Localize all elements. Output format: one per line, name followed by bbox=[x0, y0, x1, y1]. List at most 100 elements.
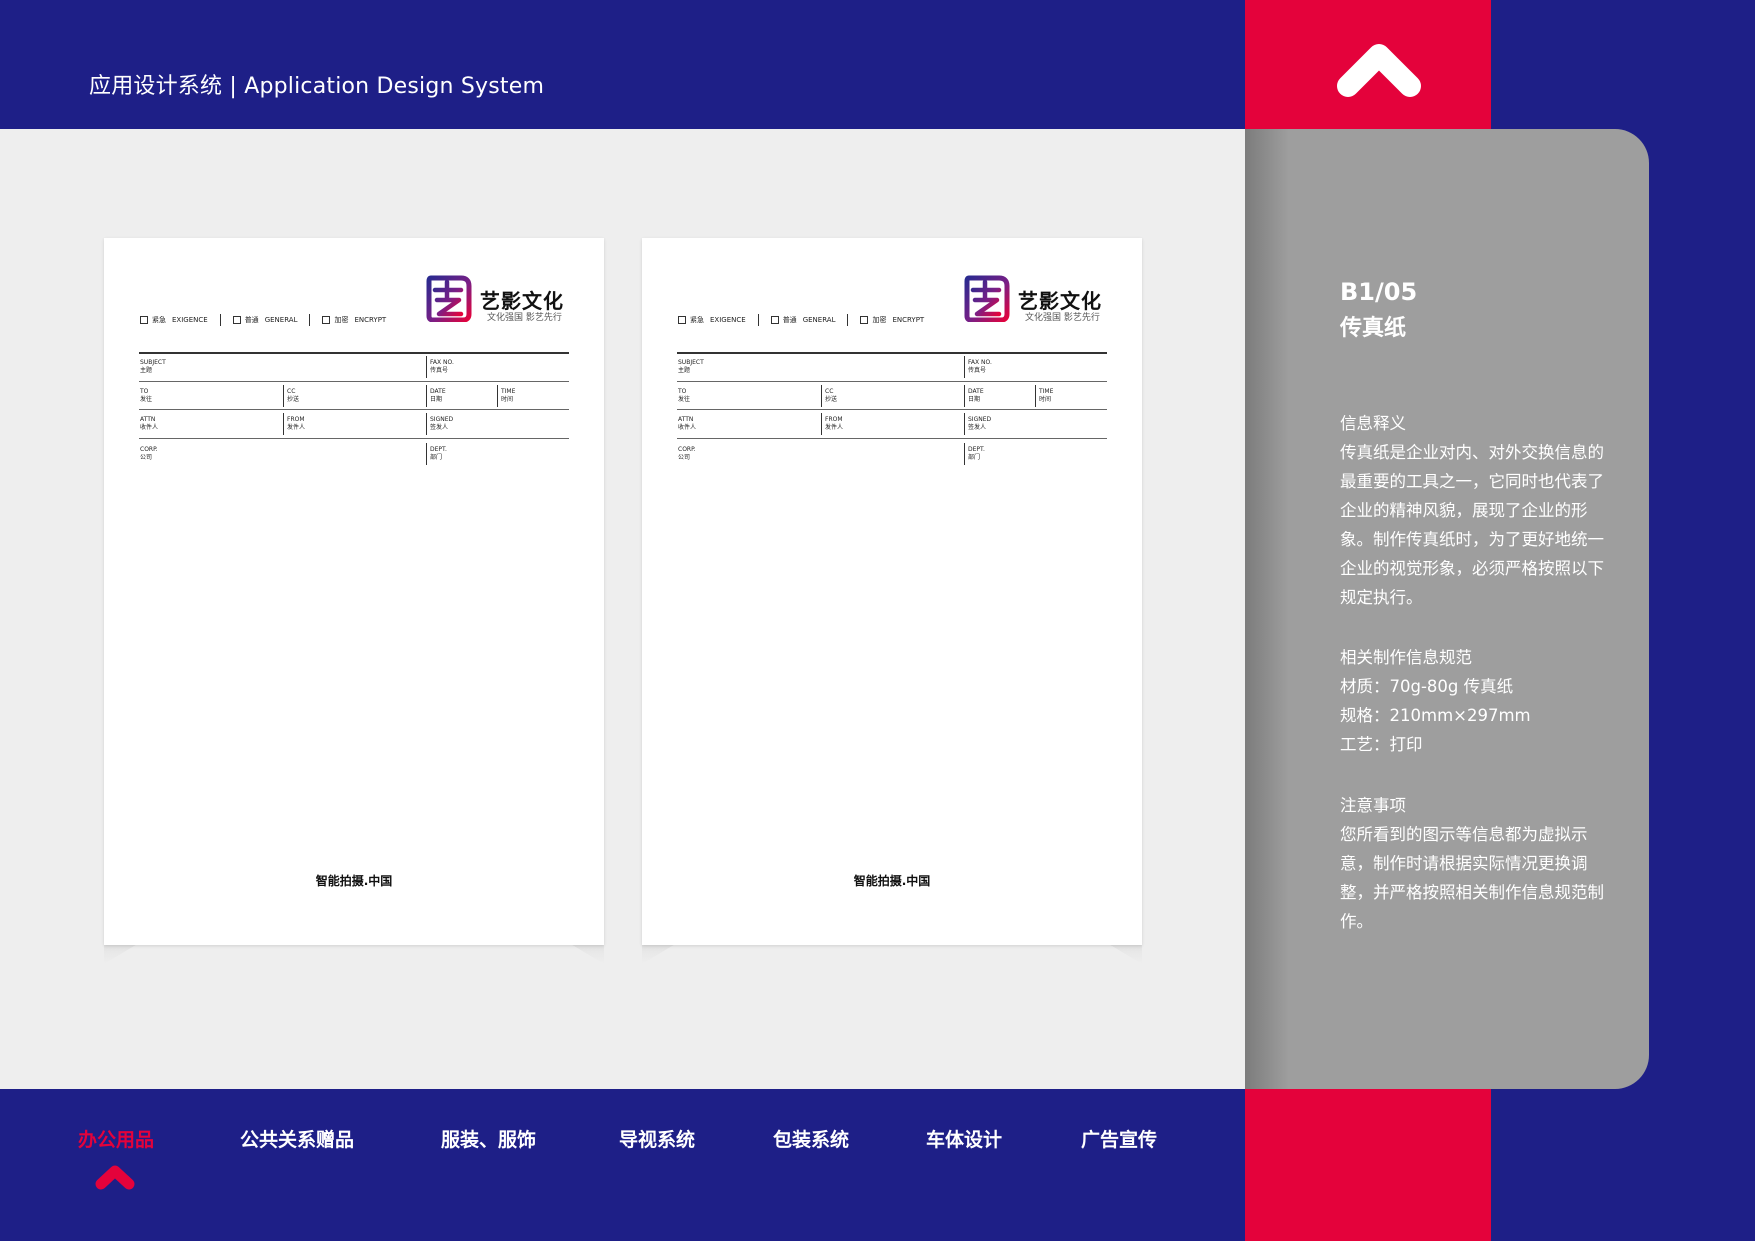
category-nav: 办公用品 公共关系赠品 服装、服饰 导视系统 包装系统 车体设计 广告宣传 bbox=[0, 1125, 1245, 1155]
brand-logo: 艺影文化 文化强国 影艺先行 bbox=[425, 274, 571, 326]
page-title: 应用设计系统 | Application Design System bbox=[89, 74, 545, 99]
field-subject: SUBJECT 主题 bbox=[140, 359, 166, 374]
table-rule bbox=[677, 352, 1107, 354]
table-divider bbox=[497, 385, 498, 407]
header-band bbox=[0, 0, 1245, 129]
table-rule bbox=[139, 352, 569, 354]
brand-logo: 艺影文化 文化强国 影艺先行 bbox=[963, 274, 1109, 326]
nav-item-packaging[interactable]: 包装系统 bbox=[773, 1125, 849, 1152]
checkbox-label-cn: 加密 bbox=[334, 316, 349, 324]
panel-shade bbox=[1245, 129, 1289, 1089]
field-subject: SUBJECT 主题 bbox=[678, 359, 704, 374]
table-divider bbox=[283, 385, 284, 407]
section-body: 您所看到的图示等信息都为虚拟示意，制作时请根据实际情况更换调整，并严格按照相关制… bbox=[1340, 825, 1604, 931]
info-section-specs: 相关制作信息规范 材质：70g-80g 传真纸 规格：210mm×297mm 工… bbox=[1340, 643, 1616, 759]
fax-page: 紧急 EXIGENCE 普通 GENERAL 加密 ENCRYPT 艺影文化 文化强国 bbox=[642, 238, 1142, 945]
checkbox-general[interactable]: 普通 GENERAL bbox=[770, 315, 836, 325]
section-title: 相关制作信息规范 bbox=[1340, 648, 1472, 667]
fax-page: 紧急 EXIGENCE 普通 GENERAL 加密 ENCRYPT 艺影文化 文化强国 bbox=[104, 238, 604, 945]
info-section-notes: 注意事项 您所看到的图示等信息都为虚拟示意，制作时请根据实际情况更换调整，并严格… bbox=[1340, 791, 1616, 936]
fax-sheet-left: 紧急 EXIGENCE 普通 GENERAL 加密 ENCRYPT 艺影文化 文化强国 bbox=[104, 238, 604, 966]
table-divider bbox=[821, 385, 822, 407]
field-cc: CC 抄送 bbox=[825, 388, 838, 403]
section-body: 传真纸是企业对内、对外交换信息的最重要的工具之一，它同时也代表了企业的精神风貌，… bbox=[1340, 443, 1604, 607]
field-signed: SIGNED 签发人 bbox=[430, 416, 454, 431]
table-divider bbox=[426, 356, 427, 378]
checkbox-label-cn: 加密 bbox=[872, 316, 887, 324]
section-title: 注意事项 bbox=[1340, 796, 1406, 815]
table-divider bbox=[426, 413, 427, 435]
table-divider bbox=[426, 443, 427, 465]
nav-item-vehicle-design[interactable]: 车体设计 bbox=[926, 1125, 1002, 1152]
checkbox-label-cn: 普通 bbox=[244, 316, 259, 324]
checkbox-encrypt[interactable]: 加密 ENCRYPT bbox=[322, 315, 386, 325]
field-from: FROM 发件人 bbox=[825, 416, 844, 431]
divider bbox=[847, 314, 849, 326]
checkbox-encrypt[interactable]: 加密 ENCRYPT bbox=[860, 315, 924, 325]
sheet-footer: 智能拍摄.中国 bbox=[853, 874, 931, 888]
checkbox-icon bbox=[232, 316, 241, 324]
checkbox-exigence[interactable]: 紧急 EXIGENCE bbox=[140, 315, 208, 325]
table-rule bbox=[139, 381, 569, 382]
priority-checkboxes: 紧急 EXIGENCE 普通 GENERAL 加密 ENCRYPT bbox=[140, 313, 386, 327]
table-rule bbox=[139, 438, 569, 439]
field-attn: ATTN 收件人 bbox=[140, 416, 159, 431]
field-to: TO 发往 bbox=[678, 388, 691, 403]
yiying-logo-mark-icon bbox=[964, 275, 1010, 322]
table-divider bbox=[964, 356, 965, 378]
checkbox-icon bbox=[140, 316, 148, 324]
checkbox-label-en: EXIGENCE bbox=[710, 316, 746, 324]
footer-nav-band bbox=[0, 1089, 1245, 1241]
table-divider bbox=[964, 385, 965, 407]
item-code: B1/05 bbox=[1340, 278, 1418, 306]
sheet-footer: 智能拍摄.中国 bbox=[315, 874, 393, 888]
yiying-logo-mark-icon bbox=[426, 275, 472, 322]
field-date: DATE 日期 bbox=[968, 388, 984, 403]
field-cc: CC 抄送 bbox=[287, 388, 300, 403]
spec-material: 材质：70g-80g 传真纸 bbox=[1340, 677, 1514, 696]
spec-size: 规格：210mm×297mm bbox=[1340, 706, 1531, 725]
nav-item-apparel[interactable]: 服装、服饰 bbox=[441, 1125, 536, 1152]
checkbox-label-en: GENERAL bbox=[264, 316, 298, 324]
field-from: FROM 发件人 bbox=[287, 416, 306, 431]
field-corp: CORP. 公司 bbox=[140, 446, 158, 461]
divider bbox=[757, 314, 759, 326]
table-rule bbox=[677, 438, 1107, 439]
checkbox-label-en: GENERAL bbox=[802, 316, 836, 324]
nav-item-pr-gifts[interactable]: 公共关系赠品 bbox=[240, 1125, 354, 1152]
divider bbox=[219, 314, 221, 326]
table-rule bbox=[677, 381, 1107, 382]
field-fax-no: FAX NO. 传真号 bbox=[968, 359, 992, 374]
divider bbox=[309, 314, 311, 326]
checkbox-label-en: ENCRYPT bbox=[354, 316, 387, 324]
fax-sheet-right: 紧急 EXIGENCE 普通 GENERAL 加密 ENCRYPT 艺影文化 文化强国 bbox=[642, 238, 1142, 966]
field-time: TIME 时间 bbox=[501, 388, 516, 403]
checkbox-label-cn: 紧急 bbox=[152, 316, 166, 324]
item-name: 传真纸 bbox=[1340, 316, 1407, 341]
checkbox-general[interactable]: 普通 GENERAL bbox=[232, 315, 298, 325]
checkbox-label-cn: 普通 bbox=[782, 316, 797, 324]
table-divider bbox=[283, 413, 284, 435]
field-signed: SIGNED 签发人 bbox=[968, 416, 992, 431]
spec-process: 工艺：打印 bbox=[1340, 735, 1423, 754]
table-divider bbox=[964, 413, 965, 435]
checkbox-icon bbox=[322, 316, 331, 324]
field-dept: DEPT. 部门 bbox=[968, 446, 985, 461]
nav-item-wayfinding[interactable]: 导视系统 bbox=[619, 1125, 695, 1152]
nav-item-advertising[interactable]: 广告宣传 bbox=[1081, 1125, 1157, 1152]
chevron-up-icon bbox=[95, 1165, 135, 1190]
checkbox-label-en: ENCRYPT bbox=[892, 316, 925, 324]
nav-item-office-supplies[interactable]: 办公用品 bbox=[78, 1125, 154, 1152]
checkbox-label-cn: 紧急 bbox=[690, 316, 704, 324]
table-divider bbox=[1035, 385, 1036, 407]
chevron-up-icon[interactable] bbox=[1334, 40, 1424, 102]
table-rule bbox=[677, 409, 1107, 410]
checkbox-exigence[interactable]: 紧急 EXIGENCE bbox=[678, 315, 746, 325]
field-attn: ATTN 收件人 bbox=[678, 416, 697, 431]
table-rule bbox=[139, 409, 569, 410]
field-date: DATE 日期 bbox=[430, 388, 446, 403]
table-divider bbox=[821, 413, 822, 435]
brand-slogan: 文化强国 影艺先行 bbox=[1025, 313, 1100, 323]
checkbox-icon bbox=[770, 316, 779, 324]
field-fax-no: FAX NO. 传真号 bbox=[430, 359, 454, 374]
